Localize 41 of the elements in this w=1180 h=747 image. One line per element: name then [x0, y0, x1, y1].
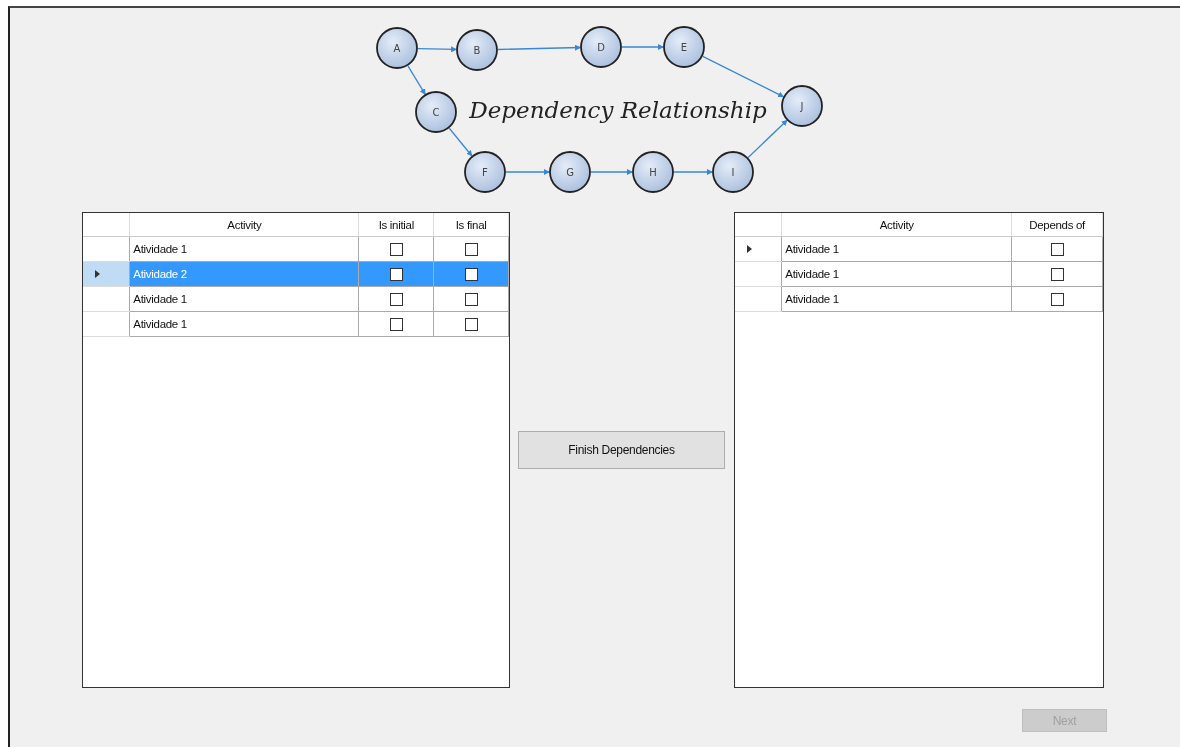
graph-node: E [663, 26, 705, 68]
edge-arrow [673, 169, 713, 175]
checkbox[interactable] [464, 317, 478, 331]
checkbox[interactable] [389, 267, 403, 281]
table-cell[interactable]: Atividade 1 [129, 311, 359, 337]
checkbox[interactable] [464, 267, 478, 281]
edge-arrow [590, 169, 633, 175]
graph-node: C [415, 91, 457, 133]
edge-arrow [448, 127, 473, 157]
column-header[interactable]: Depends of [1011, 213, 1103, 237]
column-header[interactable]: Is final [433, 213, 509, 237]
graph-node: F [464, 151, 506, 193]
graph-node: A [376, 27, 418, 69]
checkbox[interactable] [1050, 242, 1064, 256]
checkbox[interactable] [389, 292, 403, 306]
edge-arrow [621, 44, 664, 50]
column-header[interactable]: Activity [781, 213, 1012, 237]
column-header[interactable]: Is initial [358, 213, 434, 237]
edge-arrow [407, 65, 426, 95]
table-cell[interactable]: Atividade 1 [129, 286, 359, 312]
table-cell[interactable]: Atividade 1 [129, 236, 359, 262]
checkbox[interactable] [1050, 267, 1064, 281]
graph-node: B [456, 29, 498, 71]
table-cell[interactable]: Atividade 1 [781, 261, 1012, 287]
checkbox[interactable] [464, 242, 478, 256]
graph-node: I [712, 151, 754, 193]
checkbox[interactable] [389, 317, 403, 331]
checkbox[interactable] [464, 292, 478, 306]
graph-node: J [781, 85, 823, 127]
finish-dependencies-button[interactable]: Finish Dependencies [518, 431, 725, 469]
column-header[interactable]: Activity [129, 213, 359, 237]
diagram-title: Dependency Relationship [469, 97, 767, 123]
edge-arrow [505, 169, 550, 175]
graph-node: G [549, 151, 591, 193]
table-cell[interactable]: Atividade 1 [781, 286, 1012, 312]
checkbox[interactable] [389, 242, 403, 256]
graph-node: H [632, 151, 674, 193]
table-cell[interactable]: Atividade 1 [781, 236, 1012, 262]
edge-arrow [417, 46, 457, 53]
checkbox[interactable] [1050, 292, 1064, 306]
graph-node: D [580, 26, 622, 68]
